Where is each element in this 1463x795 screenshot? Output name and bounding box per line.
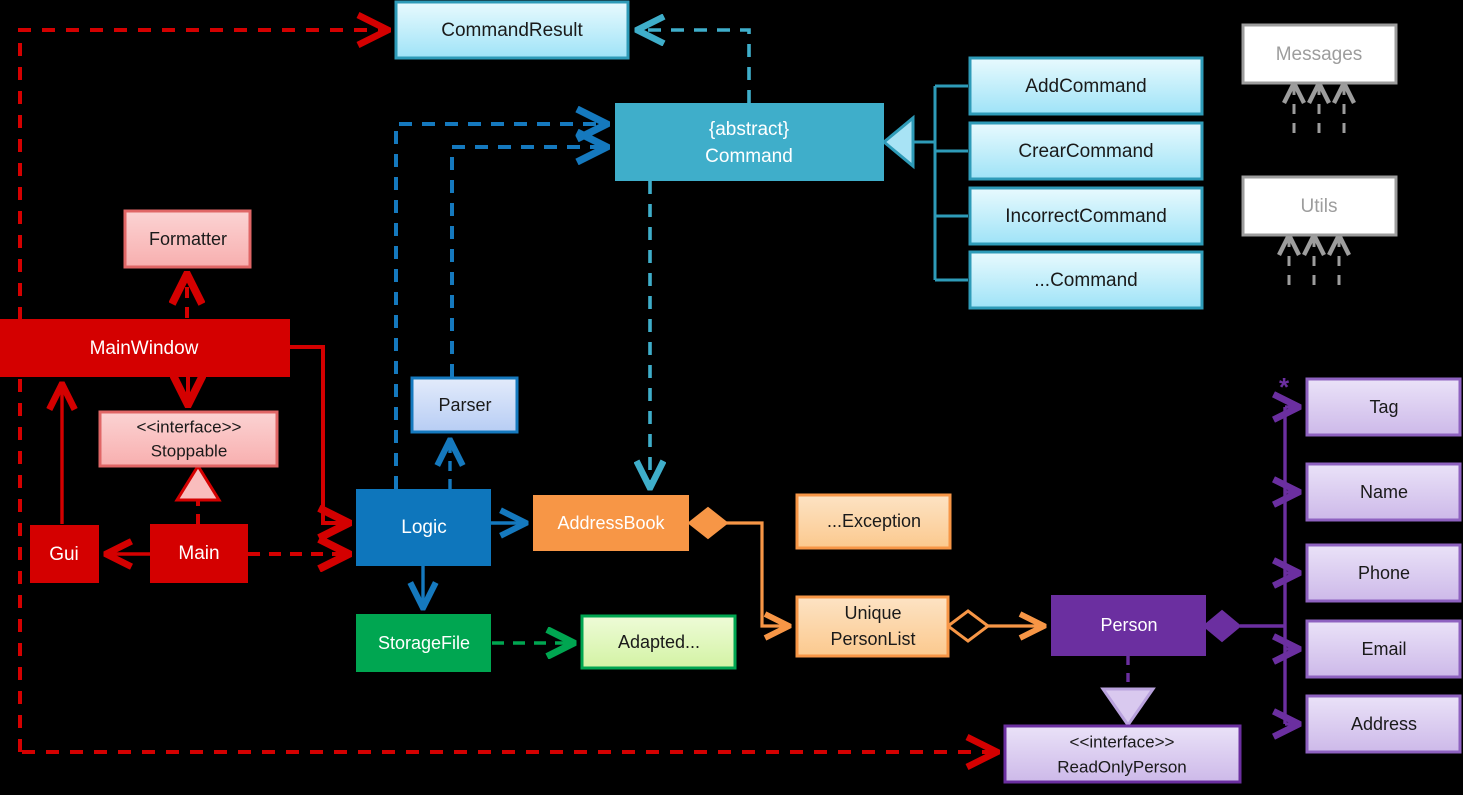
class-node-email[interactable]: Email [1305, 619, 1462, 679]
class-node-crearcommand[interactable]: CrearCommand [968, 121, 1204, 181]
class-node-address[interactable]: Address [1305, 694, 1462, 754]
class-node-stoppable[interactable]: <<interface>> Stoppable [98, 410, 279, 468]
dependency-stubs-utils [1289, 235, 1339, 285]
class-node-exception[interactable]: ...Exception [795, 493, 952, 550]
class-node-commandresult[interactable]: CommandResult [394, 0, 630, 60]
class-node-storagefile[interactable]: StorageFile [356, 614, 491, 672]
class-node-phone[interactable]: Phone [1305, 543, 1462, 603]
class-label-utils: Utils [1301, 196, 1338, 217]
class-label-storagefile: StorageFile [378, 633, 470, 653]
class-label-dotcommand: ...Command [1034, 270, 1137, 291]
class-label-commandresult: CommandResult [441, 20, 583, 41]
class-node-incorrectcommand[interactable]: IncorrectCommand [968, 186, 1204, 246]
uml-class-diagram: CommandResult {abstract} Command AddComm… [0, 0, 1463, 795]
class-label-phone: Phone [1358, 563, 1410, 583]
class-node-logic[interactable]: Logic [356, 489, 491, 566]
class-node-parser[interactable]: Parser [410, 376, 519, 434]
edge-command-commandresult [637, 30, 751, 103]
class-label-person: Person [1100, 615, 1157, 635]
class-label-formatter: Formatter [149, 229, 227, 249]
class-label-gui: Gui [49, 544, 79, 565]
class-label-main: Main [178, 543, 219, 564]
node-layer: CommandResult {abstract} Command AddComm… [0, 0, 1462, 784]
class-label-address: Address [1351, 714, 1417, 734]
diamond-uniquepersonlist-aggregation [945, 609, 991, 643]
annotation-layer: * [1279, 372, 1290, 402]
diagram-canvas: CommandResult {abstract} Command AddComm… [0, 0, 1462, 784]
class-node-dotcommand[interactable]: ...Command [968, 250, 1204, 310]
class-stereotype-stoppable: <<interface>> [137, 417, 242, 436]
class-label-name: Name [1360, 482, 1408, 502]
class-label-stoppable: Stoppable [151, 441, 228, 460]
diamond-person-composition [1202, 609, 1242, 643]
class-label-messages: Messages [1276, 44, 1363, 65]
edge-mainwindow-commandresult [18, 30, 388, 752]
triangle-command-generalization [881, 114, 915, 170]
class-node-messages[interactable]: Messages [1241, 23, 1398, 85]
edge-mainwindow-logic [289, 345, 349, 523]
class-node-tag[interactable]: Tag [1305, 377, 1462, 437]
edge-parser-command [450, 147, 607, 377]
class-node-utils[interactable]: Utils [1241, 175, 1398, 237]
triangle-readonlyperson-realization [1100, 687, 1156, 728]
class-label-addcommand: AddCommand [1025, 76, 1146, 97]
class-node-uniquepersonlist[interactable]: Unique PersonList [795, 595, 950, 658]
class-label-email: Email [1361, 639, 1406, 659]
class-stereotype-command: {abstract} [709, 119, 789, 140]
class-label-addressbook: AddressBook [557, 513, 665, 533]
class-label-readonlyperson: ReadOnlyPerson [1057, 757, 1186, 776]
class-stereotype-readonlyperson: <<interface>> [1070, 732, 1175, 751]
class-node-formatter[interactable]: Formatter [123, 209, 252, 269]
class-label-incorrectcommand: IncorrectCommand [1005, 206, 1167, 227]
class-label-parser: Parser [438, 395, 491, 415]
class-node-person[interactable]: Person [1051, 595, 1206, 656]
class-label-uniquepersonlist-line2: PersonList [830, 629, 915, 649]
dependency-stubs-messages [1294, 83, 1344, 133]
class-node-main[interactable]: Main [150, 524, 248, 583]
class-label-command: Command [705, 146, 793, 167]
class-label-exception: ...Exception [827, 511, 921, 531]
class-node-readonlyperson[interactable]: <<interface>> ReadOnlyPerson [1003, 724, 1242, 784]
class-node-gui[interactable]: Gui [30, 525, 99, 583]
class-label-mainwindow: MainWindow [90, 338, 199, 359]
class-label-logic: Logic [401, 517, 446, 538]
class-label-crearcommand: CrearCommand [1018, 141, 1153, 162]
class-label-uniquepersonlist-line1: Unique [844, 603, 901, 623]
diamond-addressbook-aggregation [687, 506, 729, 540]
multiplicity-star-label: * [1279, 372, 1290, 402]
edge-addressbook-uniquepersonlist [725, 521, 789, 626]
class-label-adapted: Adapted... [618, 632, 700, 652]
class-node-command[interactable]: {abstract} Command [615, 103, 884, 181]
triangle-stoppable-realization [174, 463, 222, 502]
class-label-tag: Tag [1369, 397, 1398, 417]
class-node-mainwindow[interactable]: MainWindow [0, 319, 290, 377]
edge-logic-command [394, 124, 607, 489]
class-node-addressbook[interactable]: AddressBook [533, 495, 689, 551]
class-node-name[interactable]: Name [1305, 462, 1462, 522]
class-node-adapted[interactable]: Adapted... [580, 614, 737, 670]
class-node-addcommand[interactable]: AddCommand [968, 56, 1204, 116]
